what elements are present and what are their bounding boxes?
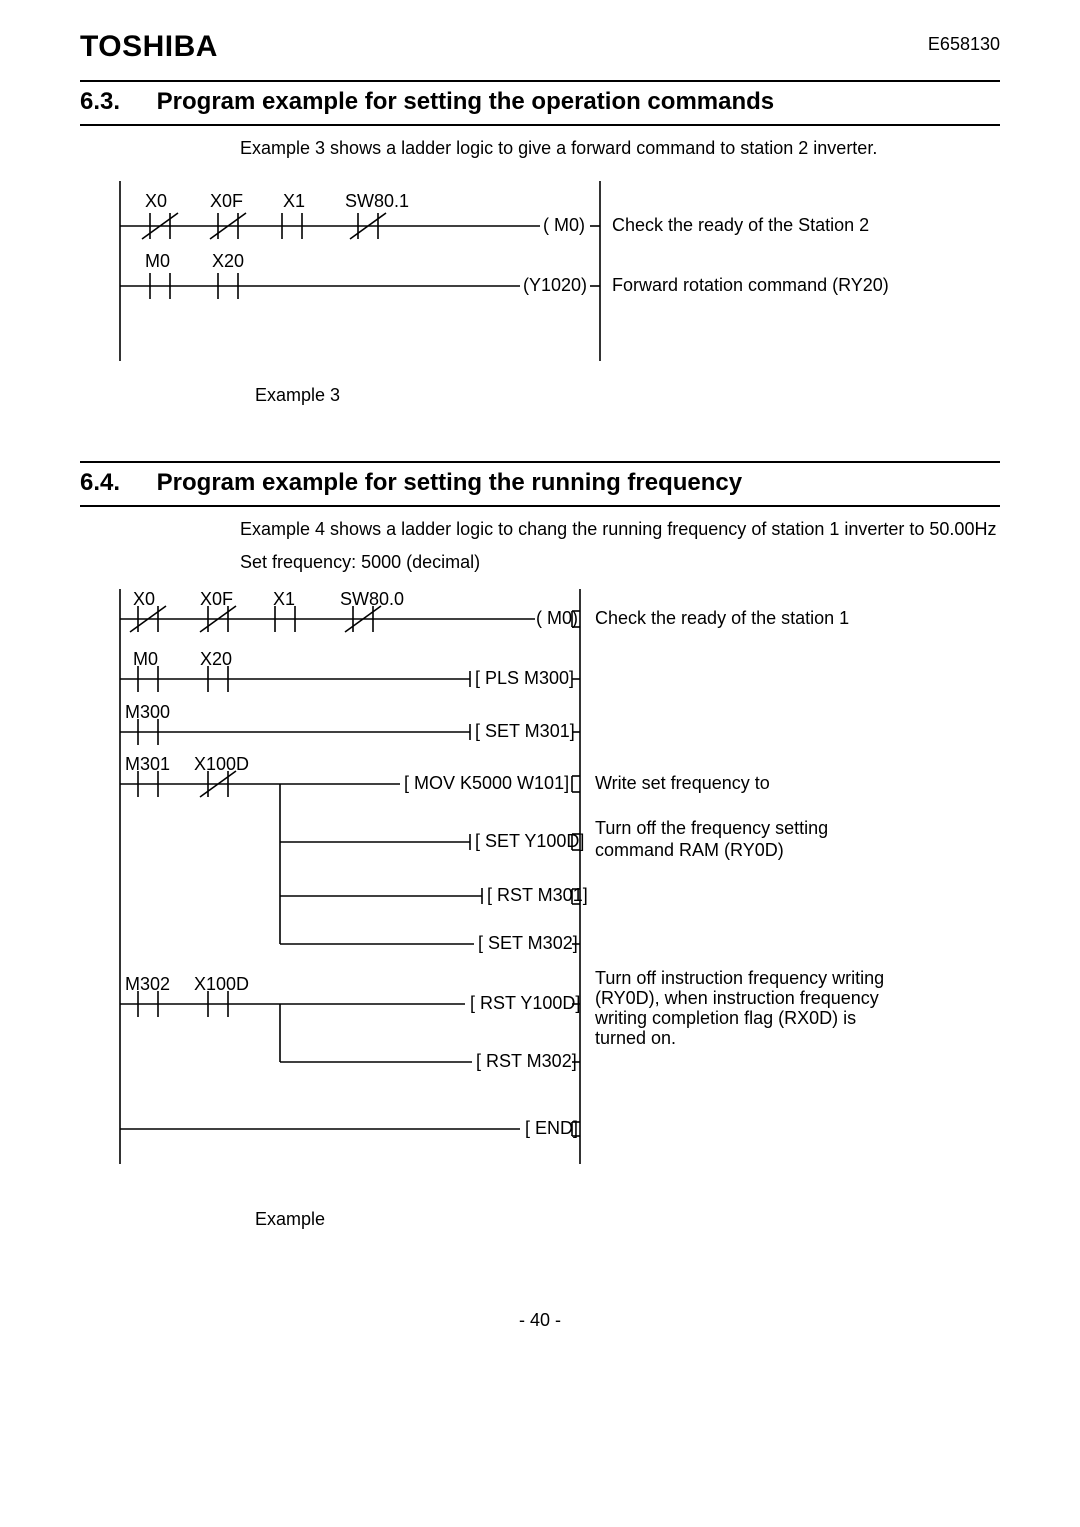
- section-6-3-desc: Example 3 shows a ladder logic to give a…: [240, 134, 1000, 163]
- svg-text:Write set frequency: Write set frequency to: [595, 773, 770, 793]
- svg-text:SW80.1: SW80.1: [345, 191, 409, 211]
- svg-text:M301: M301: [125, 754, 170, 774]
- document-number: E658130: [928, 34, 1000, 55]
- svg-text:M300: M300: [125, 702, 170, 722]
- svg-text:Turn off the frequency setting: Turn off the frequency setting: [595, 818, 828, 838]
- example-4-caption: Example: [255, 1209, 1000, 1230]
- section-6-3-title: 6.3. Program example for setting the ope…: [80, 80, 1000, 126]
- svg-text:[ SET Y100D]: [ SET Y100D]: [475, 831, 584, 851]
- svg-text:M302: M302: [125, 974, 170, 994]
- section-6-4-title: 6.4. Program example for setting the run…: [80, 461, 1000, 507]
- section-number: 6.4.: [80, 469, 150, 497]
- svg-text:M0: M0: [133, 649, 158, 669]
- svg-text:Check the ready of the station: Check the ready of the station 1: [595, 608, 849, 628]
- svg-text:X100D: X100D: [194, 974, 249, 994]
- ladder-diagram-example-4: X0 X0F X1 SW80.0 ( M0) Check the ready o…: [100, 584, 980, 1174]
- svg-text:( M0): ( M0): [543, 215, 585, 235]
- section-6-4-desc1: Example 4 shows a ladder logic to chang …: [240, 515, 1000, 544]
- header: TOSHIBA E658130: [80, 30, 1000, 64]
- svg-text:[ END]: [ END]: [525, 1118, 578, 1138]
- page: TOSHIBA E658130 6.3. Program example for…: [0, 0, 1080, 1371]
- page-footer: - 40 -: [80, 1310, 1000, 1331]
- svg-text:[ RST M302]: [ RST M302]: [476, 1051, 577, 1071]
- svg-text:Forward rotation command (RY20: Forward rotation command (RY20): [612, 275, 889, 295]
- brand-logo: TOSHIBA: [80, 30, 218, 64]
- svg-text:X0: X0: [133, 589, 155, 609]
- svg-text:X100D: X100D: [194, 754, 249, 774]
- svg-text:X1: X1: [273, 589, 295, 609]
- svg-text:[ SET M301]: [ SET M301]: [475, 721, 575, 741]
- svg-text:X20: X20: [212, 251, 244, 271]
- svg-text:[ PLS M300]: [ PLS M300]: [475, 668, 574, 688]
- svg-text:X1: X1: [283, 191, 305, 211]
- svg-text:X0F: X0F: [210, 191, 243, 211]
- svg-text:turned on.: turned on.: [595, 1028, 676, 1048]
- svg-text:writing completion flag (RX0D): writing completion flag (RX0D) is: [594, 1008, 856, 1028]
- svg-text:(RY0D), when instruction frequ: (RY0D), when instruction frequency: [595, 988, 879, 1008]
- svg-text:[ SET M302]: [ SET M302]: [478, 933, 578, 953]
- svg-text:[ MOV K5000 W101]: [ MOV K5000 W101]: [404, 773, 569, 793]
- svg-text:command RAM (RY0D): command RAM (RY0D): [595, 840, 784, 860]
- svg-text:(Y1020): (Y1020): [523, 275, 587, 295]
- svg-text:M0: M0: [145, 251, 170, 271]
- svg-text:[ RST Y100D]: [ RST Y100D]: [470, 993, 580, 1013]
- section-heading: Program example for setting the running …: [157, 469, 742, 496]
- svg-text:Check the ready of the Station: Check the ready of the Station 2: [612, 215, 869, 235]
- example-3-caption: Example 3: [255, 385, 1000, 406]
- svg-text:Turn off instruction frequency: Turn off instruction frequency writing: [595, 968, 884, 988]
- ladder-diagram-example-3: X0 X0F X1 SW80.1 ( M0) Check the read: [100, 171, 980, 371]
- svg-text:X0: X0: [145, 191, 167, 211]
- section-heading: Program example for setting the operatio…: [157, 88, 774, 115]
- svg-text:SW80.0: SW80.0: [340, 589, 404, 609]
- section-6-4-desc2: Set frequency: 5000 (decimal): [240, 548, 1000, 577]
- section-number: 6.3.: [80, 88, 150, 116]
